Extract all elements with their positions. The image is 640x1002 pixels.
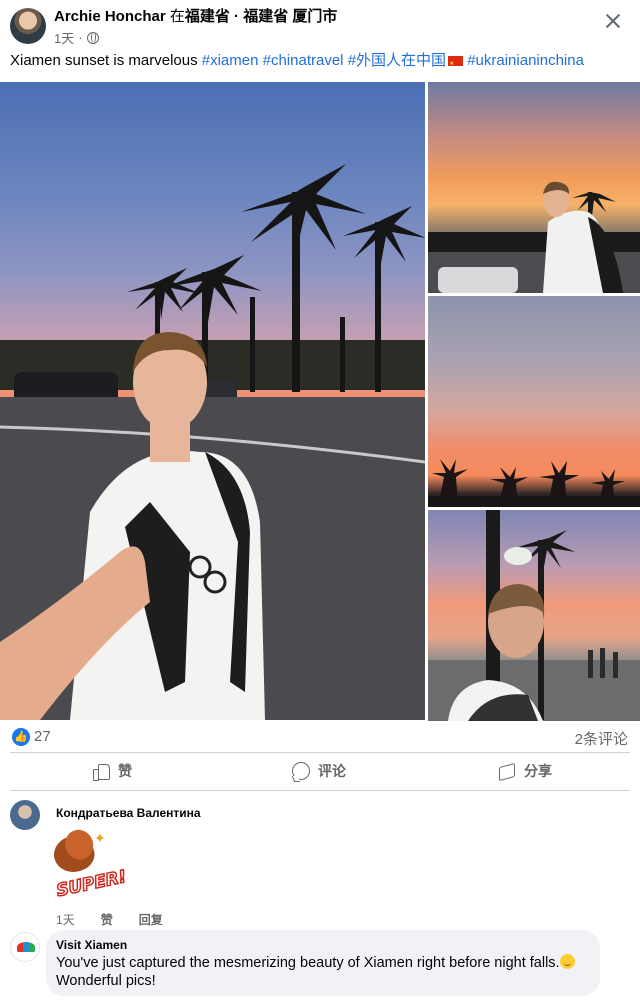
comment-meta: 1天 赞 回复	[56, 911, 163, 928]
like-button[interactable]: 赞	[92, 761, 132, 781]
comment-reply-link[interactable]: 回复	[139, 911, 163, 928]
selfie-illustration	[0, 164, 425, 720]
china-flag-icon	[448, 55, 464, 73]
globe-icon	[86, 31, 99, 44]
hashtag-chinatravel[interactable]: #chinatravel	[263, 52, 344, 69]
sunset-street-illustration	[428, 510, 640, 721]
share-button[interactable]: 分享	[498, 761, 552, 781]
super-sticker: ✦ SUPER!	[49, 830, 129, 902]
close-icon[interactable]	[604, 12, 622, 30]
visit-xiamen-avatar[interactable]	[10, 932, 40, 962]
comment-bubble-icon	[292, 762, 310, 780]
comment-bubble: Visit Xiamen You've just captured the me…	[46, 930, 600, 996]
divider-bottom	[10, 790, 630, 791]
comment-button[interactable]: 评论	[292, 761, 346, 781]
commenter-name-visit-xiamen[interactable]: Visit Xiamen	[56, 938, 127, 952]
comment-count[interactable]: 2条评论	[575, 728, 628, 749]
clapping-hands-icon	[49, 830, 99, 878]
comment-text: You've just captured the mesmerizing bea…	[56, 954, 596, 990]
hashtag-ukrainianinchina[interactable]: #ukrainianinchina	[467, 52, 584, 69]
commenter-avatar[interactable]	[10, 800, 40, 830]
caption-text: Xiamen sunset is marvelous	[10, 52, 202, 69]
hashtag-foreigners-in-china[interactable]: #外国人在中国	[348, 52, 446, 69]
like-label: 赞	[118, 763, 132, 779]
post-time[interactable]: 1天	[54, 28, 74, 47]
share-arrow-icon	[498, 762, 516, 780]
like-count[interactable]: 27	[34, 728, 51, 745]
hashtag-xiamen[interactable]: #xiamen	[202, 52, 259, 69]
photo-sunset-portrait[interactable]	[428, 82, 640, 293]
smiling-face-icon	[559, 954, 575, 969]
location-link[interactable]: 福建省 · 福建省 厦门市	[185, 8, 338, 25]
comment-time[interactable]: 1天	[56, 911, 75, 928]
comment-label: 评论	[318, 763, 346, 779]
divider-top	[10, 752, 630, 753]
photo-sunset-street[interactable]	[428, 510, 640, 721]
post-meta: 1天 ·	[54, 28, 99, 47]
like-reaction-icon[interactable]: 👍	[12, 728, 30, 746]
thumbs-up-icon	[92, 762, 110, 781]
post-caption: Xiamen sunset is marvelous #xiamen #chin…	[10, 52, 584, 73]
sunset-sky-illustration	[428, 459, 640, 507]
share-label: 分享	[524, 763, 552, 779]
post-actions: 赞 评论 分享	[0, 755, 640, 789]
commenter-name[interactable]: Кондратьева Валентина	[56, 806, 201, 820]
sticker-text: SUPER!	[54, 866, 129, 902]
photo-main-selfie[interactable]	[0, 82, 425, 720]
photo-sunset-sky[interactable]	[428, 296, 640, 507]
author-name[interactable]: Archie Honchar	[54, 8, 166, 25]
author-avatar[interactable]	[10, 8, 46, 44]
reactions-summary: 👍 27 2条评论	[0, 724, 640, 752]
location-prefix: 在	[169, 8, 185, 25]
post-header: Archie Honchar 在福建省 · 福建省 厦门市 1天 ·	[0, 0, 640, 48]
author-line: Archie Honchar 在福建省 · 福建省 厦门市	[54, 8, 337, 26]
comment-like-link[interactable]: 赞	[101, 911, 113, 928]
sunset-portrait-illustration	[428, 181, 640, 293]
